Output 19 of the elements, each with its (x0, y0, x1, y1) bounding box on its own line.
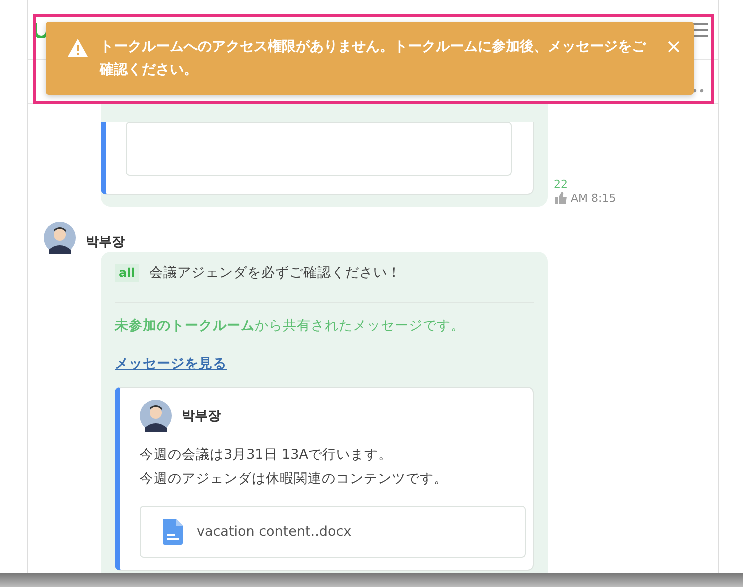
close-icon[interactable] (668, 41, 680, 53)
file-attachment[interactable] (126, 122, 512, 176)
author-name: 박부장 (86, 234, 125, 251)
avatar-icon (44, 222, 76, 254)
message-text: 会議アジェンダを必ずご確認ください！ (149, 264, 402, 282)
warning-icon (68, 39, 88, 57)
thumbs-up-icon[interactable] (554, 191, 568, 205)
quoted-text: 今週の会議は3月31日 13Aで行います。 (140, 446, 394, 464)
notice-text: 未参加のトークルームから共有されたメッセージです。 (115, 317, 466, 335)
file-attachment[interactable]: vacation content..docx (140, 506, 526, 558)
read-count: 22 (554, 178, 569, 191)
file-name: vacation content..docx (197, 524, 352, 540)
document-icon (163, 519, 183, 545)
quoted-text: 今週のアジェンダは休暇関連のコンテンツです。 (140, 470, 449, 488)
author-name: 박부장 (182, 408, 221, 425)
message-time: AM 8:15 (571, 192, 616, 204)
toast-message: トークルームへのアクセス権限がありません。トークルームに参加後、メッセージをご確認ください。 (100, 38, 648, 80)
avatar-icon (140, 400, 172, 432)
view-message-link[interactable]: メッセージを見る (115, 355, 227, 373)
